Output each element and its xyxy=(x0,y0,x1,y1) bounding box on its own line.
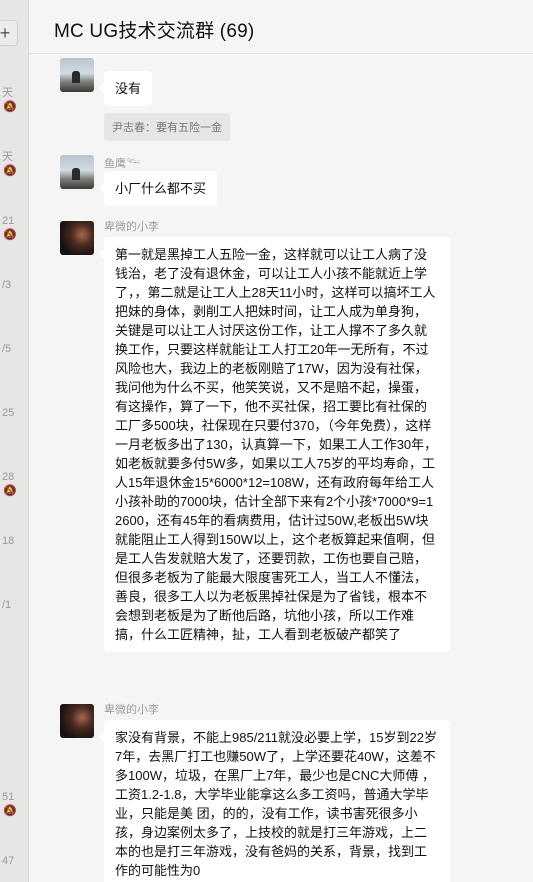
message-bubble[interactable]: 第一就是黑掉工人五险一金，这样就可以让工人病了没钱治，老了没有退休金，可以让工人… xyxy=(99,237,450,652)
sender-avatar[interactable] xyxy=(60,155,94,189)
sender-name: 卑微的小李 xyxy=(104,221,159,233)
conversation-list-panel: + 天 🔕 天 🔕 21 🔕 /3 /5 25 28 🔕 18 /1 51 🔕 … xyxy=(0,0,29,882)
message-list[interactable]: 没有 尹志春：要有五险一金 鱼鹰𓆝 小厂什么都不买 卑微的小李 第一就是黑掉工人… xyxy=(29,55,533,882)
chat-title: MC UG技术交流群 (69) xyxy=(54,21,255,42)
conversation-item[interactable]: 51 🔕 xyxy=(0,790,28,818)
chat-header: MC UG技术交流群 (69) xyxy=(29,0,533,54)
message-bubble[interactable]: 家没有背景，不能上985/211就没必要上学，15岁到22岁7年，去黑厂打工也赚… xyxy=(99,720,450,882)
conversation-item[interactable]: /3 xyxy=(0,278,28,292)
mute-bell-icon: 🔕 xyxy=(3,165,17,177)
sender-name: 鱼鹰𓆝 xyxy=(104,158,141,170)
conversation-time: 天 xyxy=(2,87,13,99)
conversation-item[interactable]: 18 xyxy=(0,534,28,548)
mute-bell-icon: 🔕 xyxy=(3,805,17,817)
mute-bell-icon: 🔕 xyxy=(3,485,17,497)
message-bubble[interactable]: 小厂什么都不买 xyxy=(98,171,218,206)
quoted-message[interactable]: 尹志春：要有五险一金 xyxy=(104,113,230,141)
conversation-time: 28 xyxy=(2,471,15,483)
conversation-item[interactable]: 47 xyxy=(0,854,28,868)
conversation-item[interactable]: 天 🔕 xyxy=(0,150,28,178)
conversation-time: 51 xyxy=(2,791,15,803)
conversation-time: 天 xyxy=(2,151,13,163)
conversation-time: /1 xyxy=(2,599,12,611)
mute-bell-icon: 🔕 xyxy=(3,101,17,113)
message-bubble[interactable]: 没有 xyxy=(98,71,153,106)
sender-avatar[interactable] xyxy=(60,704,94,738)
conversation-item[interactable]: 天 🔕 xyxy=(0,86,28,114)
conversation-item[interactable]: /1 xyxy=(0,598,28,612)
conversation-time: /5 xyxy=(2,343,12,355)
sender-avatar[interactable] xyxy=(60,58,94,92)
conversation-item[interactable]: 28 🔕 xyxy=(0,470,28,498)
conversation-item[interactable]: 21 🔕 xyxy=(0,214,28,242)
conversation-time: 25 xyxy=(2,407,15,419)
conversation-time: /3 xyxy=(2,279,12,291)
conversation-item[interactable]: /5 xyxy=(0,342,28,356)
sender-name: 卑微的小李 xyxy=(104,704,159,716)
mute-bell-icon: 🔕 xyxy=(3,229,17,241)
conversation-time: 47 xyxy=(2,855,15,867)
conversation-item[interactable]: 25 xyxy=(0,406,28,420)
conversation-time: 18 xyxy=(2,535,15,547)
conversation-time: 21 xyxy=(2,215,15,227)
add-chat-button[interactable]: + xyxy=(0,20,18,46)
sender-avatar[interactable] xyxy=(60,221,94,255)
